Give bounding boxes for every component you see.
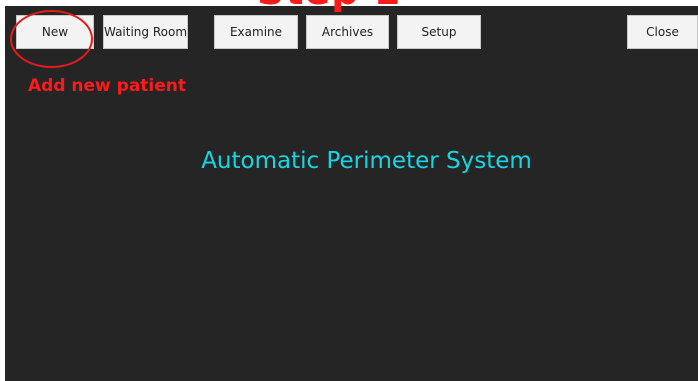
callout-label: Add new patient <box>28 76 187 96</box>
step-annotation: Step 1 <box>257 0 401 10</box>
archives-button[interactable]: Archives <box>306 15 389 49</box>
examine-button[interactable]: Examine <box>214 15 298 49</box>
new-patient-button[interactable]: New <box>16 15 94 49</box>
waiting-room-button[interactable]: Waiting Room <box>103 15 188 49</box>
screenshot-frame: Step 1 New Waiting Room Examine Archives… <box>0 0 698 381</box>
close-button[interactable]: Close <box>627 15 698 49</box>
app-window <box>5 6 698 381</box>
app-title: Automatic Perimeter System <box>201 148 532 174</box>
setup-button[interactable]: Setup <box>397 15 481 49</box>
